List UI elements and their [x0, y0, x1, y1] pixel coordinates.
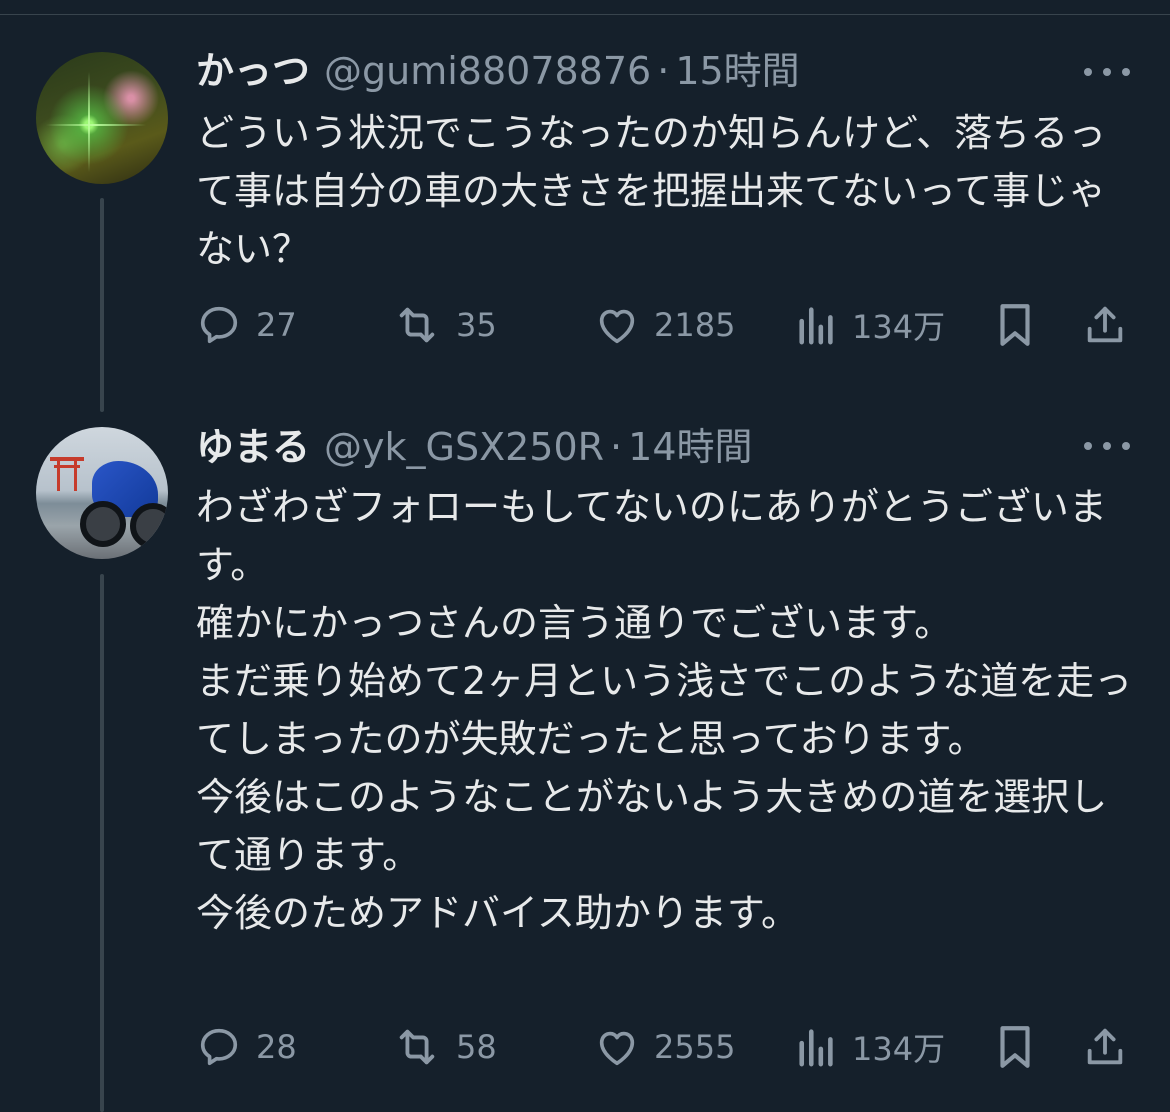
retweet-button[interactable]: 35 — [392, 300, 497, 350]
views-icon — [796, 1024, 838, 1070]
bookmark-button[interactable] — [994, 300, 1036, 350]
thread-line — [100, 574, 104, 1112]
views-button[interactable]: 134万 — [796, 300, 945, 350]
timestamp[interactable]: 15時間 — [675, 48, 799, 94]
timestamp[interactable]: 14時間 — [628, 424, 752, 470]
like-button[interactable]: 2555 — [594, 1022, 735, 1072]
share-icon — [1082, 1024, 1128, 1070]
user-handle[interactable]: @gumi88078876 — [324, 48, 651, 94]
views-count: 134万 — [852, 1030, 946, 1068]
reply-button[interactable]: 28 — [196, 1022, 297, 1072]
user-handle[interactable]: @yk_GSX250R — [324, 424, 604, 470]
reply-count: 27 — [256, 306, 297, 344]
views-button[interactable]: 134万 — [796, 1022, 945, 1072]
reply-button[interactable]: 27 — [196, 300, 297, 350]
views-icon — [796, 302, 838, 348]
retweet-icon — [392, 302, 442, 348]
separator: · — [657, 49, 670, 93]
bookmark-button[interactable] — [994, 1022, 1036, 1072]
heart-icon — [594, 1024, 640, 1070]
share-button[interactable] — [1082, 300, 1128, 350]
timeline: かっつ @gumi88078876 · 15時間 どういう状況でこうなったのか知… — [0, 0, 1170, 1112]
bookmark-icon — [994, 300, 1036, 350]
separator: · — [610, 425, 623, 469]
reply-icon — [196, 1024, 242, 1070]
share-button[interactable] — [1082, 1022, 1128, 1072]
top-divider — [0, 14, 1170, 15]
share-icon — [1082, 302, 1128, 348]
heart-icon — [594, 302, 640, 348]
retweet-count: 58 — [456, 1028, 497, 1066]
avatar[interactable] — [36, 427, 168, 559]
thread-line — [100, 198, 104, 412]
tweet-header: ゆまる @yk_GSX250R · 14時間 — [196, 424, 753, 470]
avatar[interactable] — [36, 52, 168, 184]
tweet-text: わざわざフォローもしてないのにありがとうございます。 確かにかっつさんの言う通り… — [196, 485, 1133, 935]
like-count: 2555 — [654, 1028, 736, 1066]
display-name[interactable]: かっつ — [196, 48, 310, 94]
retweet-icon — [392, 1024, 442, 1070]
views-count: 134万 — [852, 308, 946, 346]
reply-icon — [196, 302, 242, 348]
display-name[interactable]: ゆまる — [196, 424, 310, 470]
tweet-actions: 27 35 2185 134万 — [196, 300, 1136, 350]
like-button[interactable]: 2185 — [594, 300, 735, 350]
more-icon[interactable] — [1084, 436, 1130, 456]
retweet-count: 35 — [456, 306, 497, 344]
like-count: 2185 — [654, 306, 736, 344]
reply-count: 28 — [256, 1028, 297, 1066]
tweet-header: かっつ @gumi88078876 · 15時間 — [196, 48, 800, 94]
tweet-actions: 28 58 2555 134万 — [196, 1022, 1136, 1072]
bookmark-icon — [994, 1022, 1036, 1072]
retweet-button[interactable]: 58 — [392, 1022, 497, 1072]
more-icon[interactable] — [1084, 62, 1130, 82]
tweet-text: どういう状況でこうなったのか知らんけど、落ちるって事は自分の車の大きさを把握出来… — [196, 111, 1107, 271]
